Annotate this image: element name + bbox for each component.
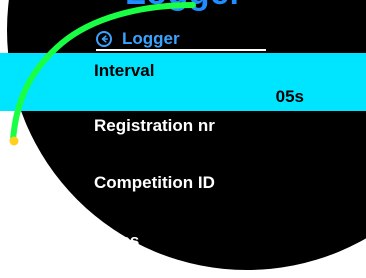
- menu-item-registration-nr[interactable]: Registration nr: [94, 117, 334, 134]
- menu-item-class[interactable]: Class: [94, 232, 334, 249]
- menu-item-competition-id[interactable]: Competition ID: [94, 174, 334, 191]
- top-title-fragment: Logger: [125, 0, 243, 10]
- logger-menu: Logger Logger Interval 05s Registration …: [0, 0, 366, 278]
- interval-value: 05s: [275, 87, 304, 106]
- menu-item-interval[interactable]: Interval: [94, 62, 334, 79]
- back-arrow-icon[interactable]: [96, 31, 112, 47]
- menu-header[interactable]: Logger: [96, 27, 296, 51]
- watch-screen: Logger Logger Interval 05s Registration …: [0, 0, 366, 278]
- header-divider: [96, 49, 266, 51]
- menu-title: Logger: [122, 29, 180, 48]
